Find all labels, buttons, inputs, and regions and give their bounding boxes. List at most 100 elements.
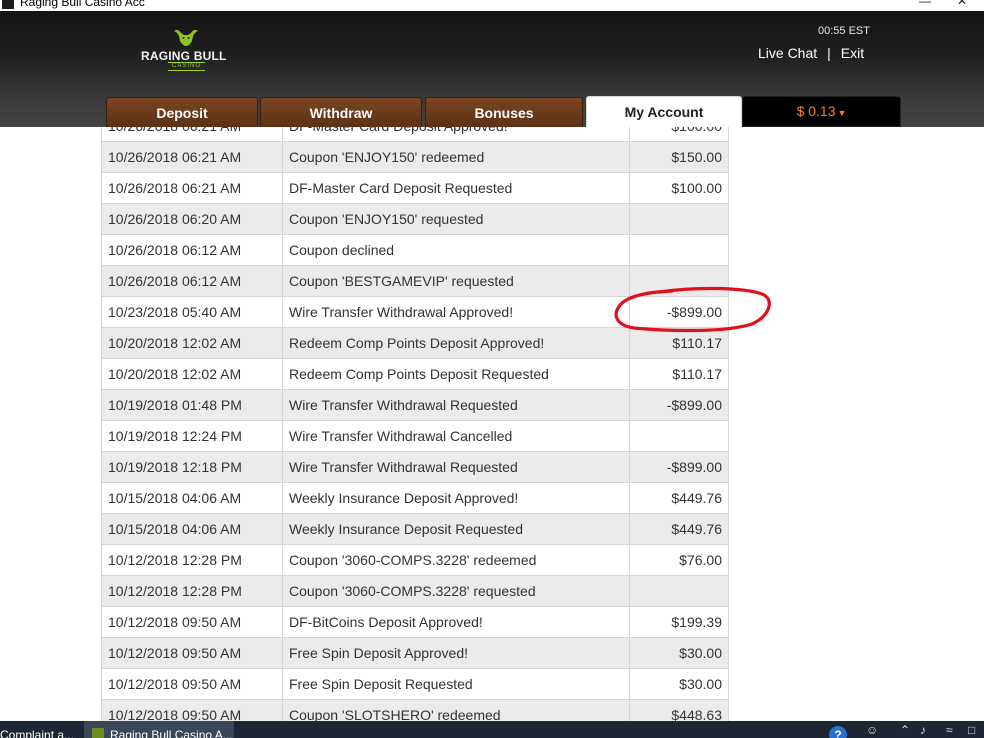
transaction-description: DF-BitCoins Deposit Approved!	[283, 607, 630, 638]
transaction-date: 10/26/2018 06:21 AM	[101, 127, 283, 142]
transaction-description: DF-Master Card Deposit Requested	[283, 173, 630, 204]
window-title-bar: Raging Bull Casino Acc — ✕	[0, 0, 984, 11]
transaction-amount: $76.00	[630, 545, 729, 576]
exit-link[interactable]: Exit	[841, 45, 864, 61]
help-icon[interactable]: ?	[829, 726, 847, 738]
transaction-amount: $30.00	[630, 638, 729, 669]
transaction-date: 10/15/2018 04:06 AM	[101, 483, 283, 514]
transaction-amount: -$899.00	[630, 297, 729, 328]
transaction-date: 10/20/2018 12:02 AM	[101, 328, 283, 359]
transaction-date: 10/26/2018 06:12 AM	[101, 266, 283, 297]
transaction-date: 10/19/2018 01:48 PM	[101, 390, 283, 421]
volume-icon[interactable]: ♪	[920, 723, 926, 738]
casino-app-icon	[92, 728, 104, 738]
transaction-description: Coupon 'SLOTSHERO' redeemed	[283, 700, 630, 721]
transaction-amount: $449.76	[630, 483, 729, 514]
transaction-date: 10/23/2018 05:40 AM	[101, 297, 283, 328]
transaction-amount: $448.63	[630, 700, 729, 721]
tab-deposit[interactable]: Deposit	[106, 97, 258, 127]
transaction-row: 10/26/2018 06:21 AMDF-Master Card Deposi…	[101, 173, 729, 204]
transaction-row: 10/19/2018 12:24 PM Wire Transfer Withdra…	[101, 421, 729, 452]
window-title: Raging Bull Casino Acc	[20, 0, 145, 9]
transaction-rows: 10/26/2018 06:21 AMDF-Master Card Deposi…	[101, 127, 729, 721]
people-icon[interactable]: ☺	[866, 723, 878, 738]
transaction-row: 10/12/2018 12:28 PM Coupon '3060-COMPS.32…	[101, 576, 729, 607]
transaction-date: 10/20/2018 12:02 AM	[101, 359, 283, 390]
transaction-description: Coupon 'BESTGAMEVIP' requested	[283, 266, 630, 297]
live-chat-link[interactable]: Live Chat	[758, 45, 817, 61]
transaction-row: 10/15/2018 04:06 AM Weekly Insurance Depo…	[101, 483, 729, 514]
transaction-row: 10/26/2018 06:20 AM Coupon 'ENJOY150' req…	[101, 204, 729, 235]
tab-my-account[interactable]: My Account	[586, 96, 742, 127]
transaction-amount	[630, 266, 729, 297]
transaction-row: 10/23/2018 05:40 AM Wire Transfer Withdra…	[101, 297, 729, 328]
taskbar-item-label: Complaint a...	[0, 728, 75, 738]
transaction-row: 10/12/2018 12:28 PM Coupon '3060-COMPS.32…	[101, 545, 729, 576]
transaction-description: Coupon '3060-COMPS.3228' redeemed	[283, 545, 630, 576]
transaction-row: 10/15/2018 04:06 AM Weekly Insurance Depo…	[101, 514, 729, 545]
transaction-description: Wire Transfer Withdrawal Requested	[283, 452, 630, 483]
transaction-description: Wire Transfer Withdrawal Cancelled	[283, 421, 630, 452]
transaction-date: 10/12/2018 09:50 AM	[101, 607, 283, 638]
taskbar-item-label: Raging Bull Casino A...	[110, 728, 233, 738]
transaction-row: 10/19/2018 12:18 PM Wire Transfer Withdra…	[101, 452, 729, 483]
transaction-row: 10/26/2018 06:12 AM Coupon 'BESTGAMEVIP' …	[101, 266, 729, 297]
transaction-date: 10/12/2018 09:50 AM	[101, 669, 283, 700]
transaction-amount: $30.00	[630, 669, 729, 700]
transaction-row: 10/12/2018 09:50 AM Free Spin Deposit Req…	[101, 669, 729, 700]
logo-brand: RAGING BULL	[141, 49, 227, 63]
transaction-description: Redeem Comp Points Deposit Requested	[283, 359, 630, 390]
transaction-date: 10/26/2018 06:12 AM	[101, 235, 283, 266]
transaction-amount	[630, 576, 729, 607]
transaction-row: 10/26/2018 06:21 AM Coupon 'ENJOY150' red…	[101, 142, 729, 173]
transaction-description: Coupon '3060-COMPS.3228' requested	[283, 576, 630, 607]
minimize-icon[interactable]: —	[915, 0, 935, 8]
caret-down-icon: ▼	[837, 108, 847, 118]
link-separator: |	[827, 45, 831, 61]
transaction-amount: $449.76	[630, 514, 729, 545]
transaction-amount: $150.00	[630, 142, 729, 173]
transaction-amount	[630, 235, 729, 266]
transaction-date: 10/12/2018 12:28 PM	[101, 545, 283, 576]
transaction-amount: $199.39	[630, 607, 729, 638]
transaction-date: 10/26/2018 06:20 AM	[101, 204, 283, 235]
taskbar-item-casino[interactable]: Raging Bull Casino A...	[84, 721, 234, 738]
transaction-amount	[630, 421, 729, 452]
transaction-row: 10/12/2018 09:50 AM Coupon 'SLOTSHERO' re…	[101, 700, 729, 721]
transaction-amount: $110.17	[630, 328, 729, 359]
transaction-row: 10/20/2018 12:02 AM Redeem Comp Points De…	[101, 328, 729, 359]
notification-icon[interactable]: □	[968, 723, 975, 738]
transaction-description: Weekly Insurance Deposit Requested	[283, 514, 630, 545]
transaction-description: Coupon declined	[283, 235, 630, 266]
transaction-description: Free Spin Deposit Approved!	[283, 638, 630, 669]
tab-bonuses[interactable]: Bonuses	[425, 97, 583, 127]
bull-logo-icon	[174, 29, 198, 46]
transaction-row: 10/26/2018 06:21 AMDF-Master Card Deposi…	[101, 127, 729, 142]
balance-amount: $ 0.13	[796, 103, 836, 119]
transaction-row: 10/12/2018 09:50 AM DF-BitCoins Deposit A…	[101, 607, 729, 638]
transaction-amount: $110.17	[630, 359, 729, 390]
logo: RAGING BULL CASINO	[138, 27, 230, 73]
transaction-date: 10/12/2018 09:50 AM	[101, 700, 283, 721]
chevron-up-icon[interactable]: ⌃	[900, 723, 910, 738]
transaction-table: 10/26/2018 06:21 AMDF-Master Card Deposi…	[101, 127, 729, 721]
transaction-amount: -$899.00	[630, 390, 729, 421]
transaction-date: 10/19/2018 12:18 PM	[101, 452, 283, 483]
transaction-date: 10/12/2018 12:28 PM	[101, 576, 283, 607]
transaction-date: 10/26/2018 06:21 AM	[101, 142, 283, 173]
transaction-row: 10/26/2018 06:12 AM Coupon declined	[101, 235, 729, 266]
transaction-description: Coupon 'ENJOY150' redeemed	[283, 142, 630, 173]
close-icon[interactable]: ✕	[952, 0, 972, 8]
logo-subtitle: CASINO	[168, 62, 206, 71]
wifi-icon[interactable]: ≈	[946, 723, 953, 738]
transaction-description: DF-Master Card Deposit Approved!	[283, 127, 630, 142]
transaction-description: Free Spin Deposit Requested	[283, 669, 630, 700]
transaction-amount: $100.00	[630, 127, 729, 142]
app-icon	[2, 0, 14, 9]
transaction-date: 10/19/2018 12:24 PM	[101, 421, 283, 452]
tab-withdraw[interactable]: Withdraw	[260, 97, 422, 127]
taskbar-item-complaint[interactable]: Complaint a...	[0, 721, 80, 738]
transaction-description: Weekly Insurance Deposit Approved!	[283, 483, 630, 514]
transaction-row: 10/12/2018 09:50 AM Free Spin Deposit App…	[101, 638, 729, 669]
balance-dropdown[interactable]: $ 0.13 ▼	[742, 96, 901, 127]
